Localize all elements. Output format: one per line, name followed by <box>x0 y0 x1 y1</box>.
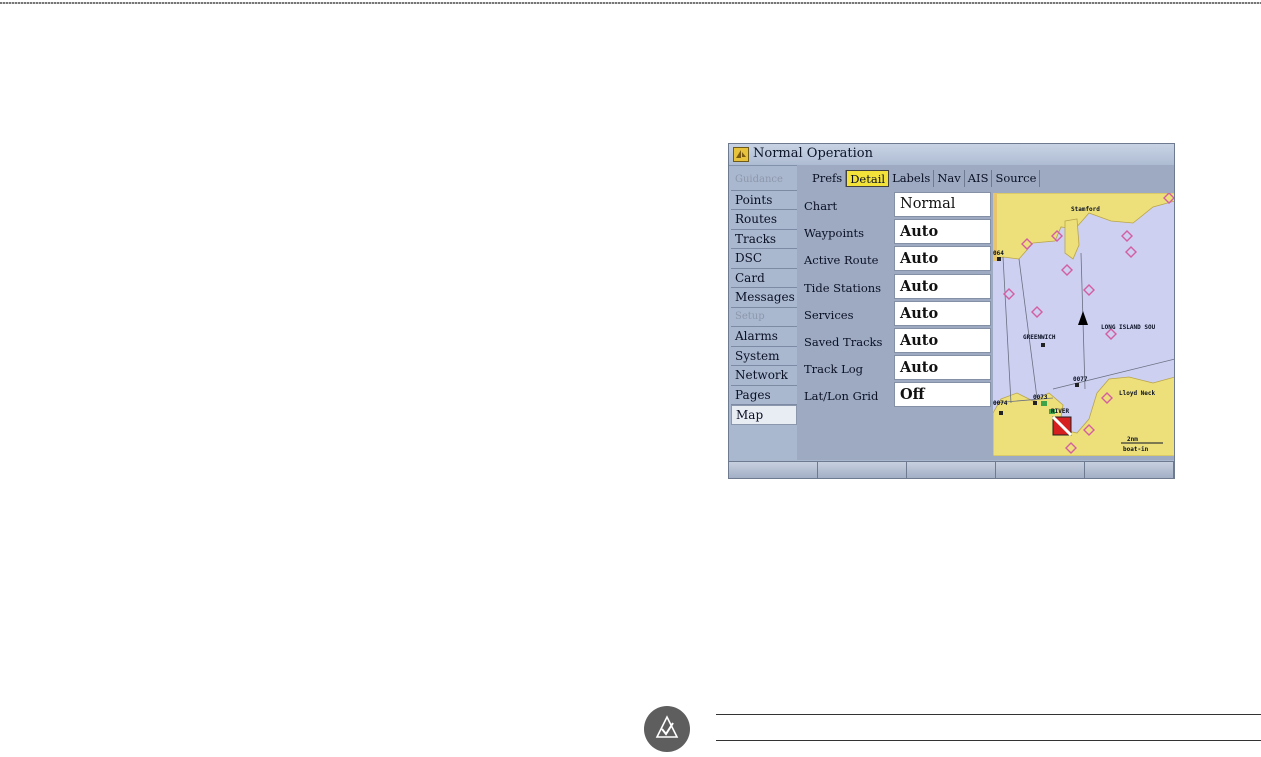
setting-value-lat-lon-grid[interactable]: Off <box>894 382 991 408</box>
setting-value-chart[interactable]: Normal <box>894 192 991 217</box>
tab-ais[interactable]: AIS <box>965 170 993 187</box>
sidebar-item-tracks[interactable]: Tracks <box>731 230 797 249</box>
map-scale-label: 2nm <box>1127 436 1138 443</box>
softkey-5[interactable] <box>1085 462 1174 478</box>
note-rule-top <box>716 714 1261 715</box>
softkey-bar <box>729 461 1174 478</box>
tab-bar: Prefs Detail Labels Nav AIS Source <box>809 170 1041 187</box>
map-label-stamford: Stamford <box>1071 206 1100 213</box>
sidebar-item-map[interactable]: Map <box>731 405 797 425</box>
setting-label-saved-tracks: Saved Tracks <box>804 335 883 349</box>
north-arrow-icon <box>1078 311 1088 325</box>
setting-value-active-route[interactable]: Auto <box>894 246 991 272</box>
sidebar-item-dsc[interactable]: DSC <box>731 249 797 269</box>
map-label-greenwich: GREENWICH <box>1023 334 1056 341</box>
map-scale-sub: boat-in <box>1123 446 1149 453</box>
softkey-3[interactable] <box>907 462 996 478</box>
window-title: Normal Operation <box>753 146 874 161</box>
setting-value-services[interactable]: Auto <box>894 300 991 326</box>
softkey-4[interactable] <box>996 462 1085 478</box>
map-preview[interactable]: Stamford LONG ISLAND SOU GREENWICH Lloyd… <box>993 193 1174 456</box>
setting-value-tide-stations[interactable]: Auto <box>894 273 991 299</box>
setting-label-track-log: Track Log <box>804 362 864 377</box>
map-label-long-island-sound: LONG ISLAND SOU <box>1101 324 1156 331</box>
tab-nav[interactable]: Nav <box>934 170 965 187</box>
app-icon <box>733 147 749 162</box>
setting-label-active-route: Active Route <box>804 253 879 268</box>
sidebar-item-alarms[interactable]: Alarms <box>731 327 797 347</box>
sidebar: Guidance Points Routes Tracks DSC Card Message… <box>731 171 797 425</box>
map-label-lloyd-neck: Lloyd Neck <box>1119 390 1156 397</box>
setting-label-lat-lon-grid: Lat/Lon Grid <box>804 389 879 404</box>
sidebar-item-card[interactable]: Card <box>731 269 797 288</box>
title-bar: Normal Operation <box>729 144 1174 166</box>
map-label-wp-077: 0077 <box>1073 376 1088 383</box>
chartplotter-screen: Normal Operation Guidance Points Routes Tra… <box>728 143 1175 479</box>
note-rule-bottom <box>716 740 1261 741</box>
sidebar-item-setup: Setup <box>731 308 797 327</box>
sidebar-item-pages[interactable]: Pages <box>731 386 797 405</box>
top-rule <box>0 2 1261 4</box>
sidebar-item-system[interactable]: System <box>731 347 797 366</box>
setting-label-tide-stations: Tide Stations <box>804 280 882 295</box>
setting-label-services: Services <box>804 307 854 322</box>
sidebar-item-messages[interactable]: Messages <box>731 288 797 308</box>
peninsula <box>1064 218 1080 260</box>
map-chart: Stamford LONG ISLAND SOU GREENWICH Lloyd… <box>993 193 1174 456</box>
map-label-river: RIVER <box>1051 408 1069 415</box>
map-label-wp-074: 0074 <box>993 400 1008 407</box>
setting-value-track-log[interactable]: Auto <box>894 355 991 381</box>
tab-labels[interactable]: Labels <box>889 170 935 187</box>
setting-label-chart: Chart <box>804 199 838 213</box>
softkey-1[interactable] <box>729 462 818 478</box>
map-label-wp-073: 0073 <box>1033 394 1048 401</box>
setting-value-waypoints[interactable]: Auto <box>894 219 991 245</box>
coastline-south <box>993 376 1174 456</box>
sidebar-item-network[interactable]: Network <box>731 366 797 386</box>
setting-value-saved-tracks[interactable]: Auto <box>894 328 991 353</box>
sidebar-item-routes[interactable]: Routes <box>731 210 797 230</box>
tab-detail[interactable]: Detail <box>846 170 890 187</box>
softkey-2[interactable] <box>818 462 907 478</box>
note-icon <box>644 706 690 752</box>
tab-prefs[interactable]: Prefs <box>809 170 847 187</box>
sidebar-item-points[interactable]: Points <box>731 191 797 210</box>
coastline-north <box>993 193 1174 262</box>
tab-source[interactable]: Source <box>992 170 1041 187</box>
setting-label-waypoints: Waypoints <box>804 226 865 241</box>
sidebar-item-guidance: Guidance <box>731 171 797 191</box>
map-label-wp-064: 064 <box>993 250 1004 257</box>
